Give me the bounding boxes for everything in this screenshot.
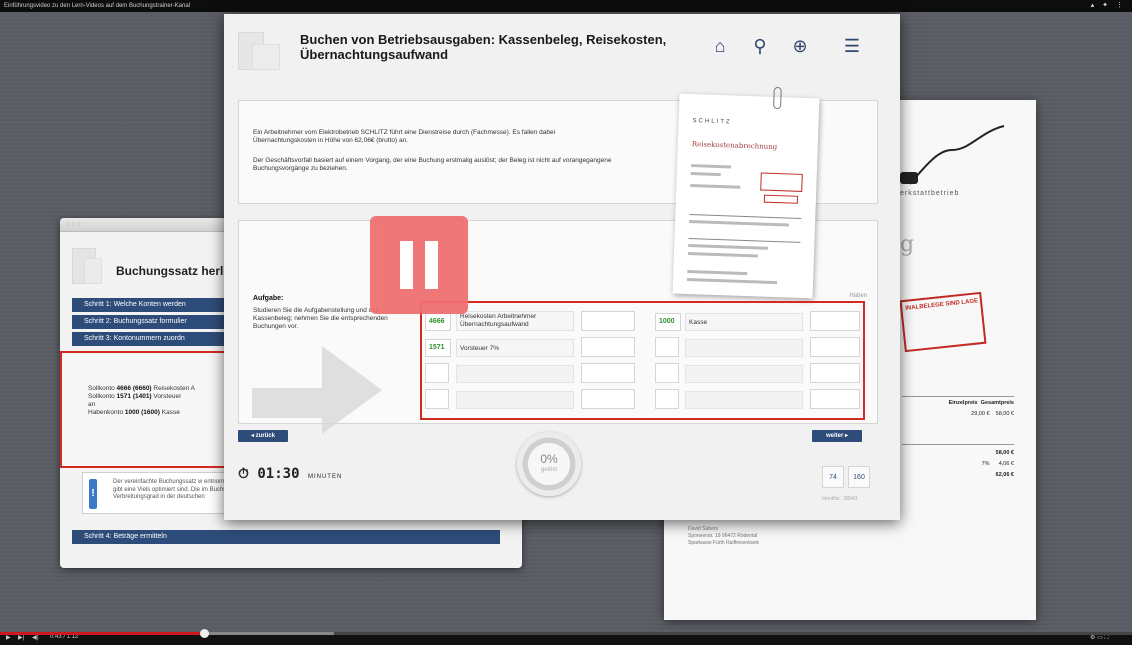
receipt-line bbox=[688, 238, 801, 243]
home-icon[interactable]: ⌂ bbox=[708, 36, 732, 57]
menu-icon[interactable]: ☰ bbox=[840, 36, 864, 57]
document-heading: g bbox=[900, 232, 915, 257]
soll-label-3 bbox=[456, 365, 574, 383]
gauge-label: gelöst bbox=[540, 467, 557, 473]
haben-label-2 bbox=[685, 339, 803, 357]
info-icon: ! bbox=[89, 479, 97, 509]
receipt-red-box bbox=[763, 194, 799, 204]
scenario-text: Ein Arbeitnehmer vom Elektrobetrieb SCHL… bbox=[253, 129, 556, 144]
progress-gauge: 0% gelöst bbox=[517, 432, 581, 496]
window-controls-icon: ○○○ bbox=[66, 221, 82, 228]
receipt-line bbox=[690, 164, 732, 169]
scenario-note: Der Geschäftsvorfall basiert auf einem V… bbox=[253, 157, 612, 172]
paperclip-icon bbox=[773, 86, 782, 110]
cable-plug-icon bbox=[900, 125, 1005, 185]
receipt-line bbox=[687, 252, 758, 258]
next-button[interactable]: weiter ▸ bbox=[812, 430, 862, 442]
panel-title: Buchungssatz herle bbox=[116, 264, 231, 278]
counter-left[interactable]: 74 bbox=[822, 466, 844, 488]
haben-amount-3[interactable] bbox=[810, 363, 860, 383]
document-footer: David Sabers Sponeerstr. 19 96472 Rödent… bbox=[688, 526, 760, 546]
step-4[interactable]: Schritt 4: Beträge ermitteln bbox=[72, 530, 500, 544]
next-video-icon[interactable]: ▶| bbox=[18, 634, 24, 641]
page-title: Buchen von Betriebsausgaben: Kassenbeleg… bbox=[300, 32, 667, 62]
help-lifebuoy-icon[interactable]: ⊕ bbox=[788, 36, 812, 57]
video-title-bar: Einführungsvideo zu den Lern-Videos auf … bbox=[0, 0, 1132, 12]
soll-label-2: Vorsteuer 7% bbox=[456, 339, 574, 357]
pause-icon bbox=[400, 241, 413, 289]
receipt-line bbox=[688, 244, 769, 250]
soll-amount-1[interactable] bbox=[581, 311, 635, 331]
scrubber-handle[interactable] bbox=[200, 629, 209, 638]
divider bbox=[902, 444, 1014, 445]
pause-icon bbox=[425, 241, 438, 289]
haben-label: Haben bbox=[849, 293, 867, 299]
soll-account-2[interactable]: 1571 bbox=[425, 339, 451, 357]
receipt-line bbox=[687, 269, 748, 276]
soll-label-4 bbox=[456, 391, 574, 409]
receipt-line bbox=[686, 277, 778, 285]
haben-amount-1[interactable] bbox=[810, 311, 860, 331]
play-icon[interactable]: ▶ bbox=[6, 634, 11, 641]
gauge-percent: 0% bbox=[540, 452, 558, 466]
soll-label-1: Reisekosten Arbeitnehmer Übernachtungsau… bbox=[456, 311, 574, 331]
haben-account-2[interactable] bbox=[655, 337, 679, 357]
soll-amount-2[interactable] bbox=[581, 337, 635, 357]
receipt-red-box bbox=[760, 172, 803, 192]
receipt-line bbox=[690, 172, 721, 177]
haben-account-1[interactable]: 1000 bbox=[655, 313, 681, 331]
haben-account-4[interactable] bbox=[655, 389, 679, 409]
receipt-line bbox=[689, 220, 790, 227]
timer: ⏱ 01:30 MINUTEN bbox=[238, 466, 342, 482]
arrow-icon bbox=[252, 346, 382, 434]
settings-icon[interactable]: ⚙ ▭ ⛶ bbox=[1090, 634, 1109, 642]
timer-value: 01:30 bbox=[257, 466, 300, 482]
video-title[interactable]: Einführungsvideo zu den Lern-Videos auf … bbox=[4, 3, 190, 9]
identifier: Identifiz.: 38943 bbox=[822, 496, 858, 502]
divider bbox=[902, 396, 1014, 397]
receipt-thumbnail[interactable]: SCHLITZ Reisekostenabrechnung bbox=[672, 86, 820, 299]
price-table: Einzelpreis Gesamtpreis 29,00 € 58,00 € … bbox=[948, 400, 1014, 478]
soll-amount-4[interactable] bbox=[581, 389, 635, 409]
played-bar bbox=[0, 632, 204, 635]
pause-button[interactable] bbox=[370, 216, 468, 314]
receipt-line bbox=[689, 214, 802, 219]
haben-label-1: Kasse bbox=[685, 313, 803, 331]
receipt-heading: Reisekostenabrechnung bbox=[691, 140, 778, 152]
task-label: Aufgabe: bbox=[253, 295, 284, 302]
soll-account-3[interactable] bbox=[425, 363, 449, 383]
stopwatch-icon: ⏱ bbox=[238, 466, 249, 482]
soll-account-4[interactable] bbox=[425, 389, 449, 409]
counter-right[interactable]: 160 bbox=[848, 466, 870, 488]
logo-square bbox=[252, 44, 280, 70]
search-icon[interactable]: ⚲ bbox=[748, 36, 772, 57]
timer-unit: MINUTEN bbox=[307, 474, 343, 480]
receipt-line bbox=[690, 184, 741, 189]
soll-amount-3[interactable] bbox=[581, 363, 635, 383]
haben-label-4 bbox=[685, 391, 803, 409]
haben-label-3 bbox=[685, 365, 803, 383]
soll-account-1[interactable]: 4666 bbox=[425, 313, 451, 331]
back-button[interactable]: ◂ zurück bbox=[238, 430, 288, 442]
logo-square bbox=[84, 258, 102, 284]
share-icon[interactable]: ▴ ✦ ⋮ bbox=[1091, 0, 1126, 12]
screen: Einführungsvideo zu den Lern-Videos auf … bbox=[0, 0, 1132, 645]
haben-account-3[interactable] bbox=[655, 363, 679, 383]
company-name: erkstattbetrieb bbox=[900, 190, 960, 197]
volume-icon[interactable]: ◀) bbox=[32, 634, 39, 641]
buffered-bar bbox=[204, 632, 334, 635]
video-progress-bar[interactable] bbox=[0, 629, 1132, 638]
haben-amount-2[interactable] bbox=[810, 337, 860, 357]
haben-amount-4[interactable] bbox=[810, 389, 860, 409]
stamp: INALBELEGE SIND LAGE ZU DIESER RCHNUNG; … bbox=[899, 291, 987, 353]
receipt-brand: SCHLITZ bbox=[692, 118, 732, 126]
